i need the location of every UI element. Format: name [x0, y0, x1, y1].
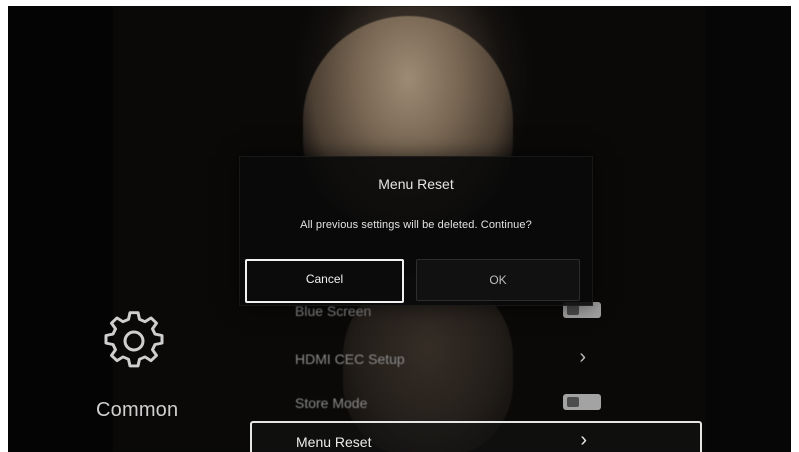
toggle-knob — [567, 305, 579, 315]
category-label: Common — [96, 399, 179, 421]
ok-button[interactable]: OK — [416, 259, 580, 301]
dialog-message: All previous settings will be deleted. C… — [300, 219, 532, 231]
menu-item-menu-reset[interactable]: Menu Reset › — [250, 421, 702, 452]
menu-reset-dialog: Menu Reset All previous settings will be… — [239, 156, 593, 306]
cancel-button[interactable]: Cancel — [245, 259, 404, 303]
gear-icon — [104, 311, 164, 368]
chevron-right-icon: › — [580, 429, 587, 451]
toggle-icon[interactable] — [563, 394, 601, 410]
menu-item-store-mode[interactable]: Store Mode — [251, 384, 701, 422]
settings-menu: Blue Screen HDMI CEC Setup › Store Mode … — [250, 286, 706, 452]
dialog-title: Menu Reset — [378, 176, 454, 192]
menu-item-label: Menu Reset — [296, 434, 372, 450]
menu-item-label: Store Mode — [295, 395, 368, 411]
chevron-right-icon: › — [579, 346, 586, 368]
category-common: Common — [66, 311, 246, 431]
toggle-knob — [567, 397, 579, 407]
menu-item-label: HDMI CEC Setup — [295, 351, 405, 367]
menu-item-hdmi-cec-setup[interactable]: HDMI CEC Setup › — [251, 340, 701, 378]
tv-screen: Common Blue Screen HDMI CEC Setup › Stor… — [8, 6, 791, 452]
